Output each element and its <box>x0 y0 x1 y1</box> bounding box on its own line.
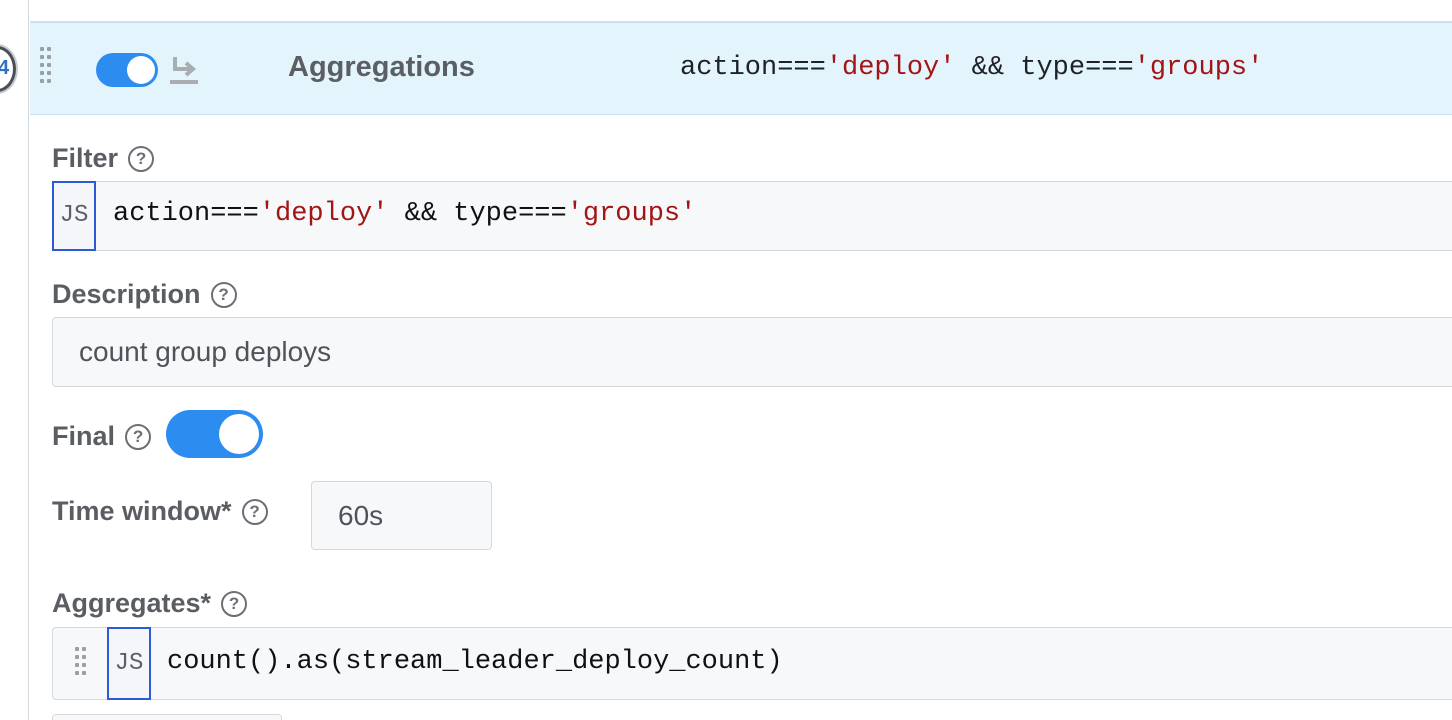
toggle-knob <box>219 414 259 454</box>
aggregates-label-text: Aggregates* <box>52 588 212 618</box>
pipeline-rail: 4 <box>0 0 30 720</box>
code-token: action=== <box>680 53 826 83</box>
question-circle-icon[interactable]: ? <box>210 282 237 308</box>
question-circle-icon[interactable]: ? <box>221 591 248 617</box>
js-language-badge: JS <box>107 627 151 700</box>
filter-editor[interactable]: JS action==='deploy' && type==='groups' <box>52 181 1452 251</box>
code-token: && type=== <box>388 199 567 229</box>
route-enabled-toggle[interactable] <box>96 53 158 87</box>
return-arrow-icon[interactable] <box>168 53 200 87</box>
final-toggle[interactable] <box>166 410 263 458</box>
time-window-input[interactable]: 60s <box>311 481 492 550</box>
js-language-badge: JS <box>52 181 96 251</box>
route-filter-expression: action==='deploy' && type==='groups' <box>680 53 1263 83</box>
route-name: Aggregations <box>288 51 475 83</box>
final-label-text: Final <box>52 421 116 451</box>
question-circle-icon[interactable]: ? <box>128 146 155 172</box>
time-window-label-text: Time window* <box>52 496 232 526</box>
toggle-knob <box>127 56 155 84</box>
step-number: 4 <box>0 57 10 79</box>
aggregate-row[interactable]: JS count().as(stream_leader_deploy_count… <box>52 627 1452 700</box>
drag-handle-icon[interactable] <box>40 47 54 87</box>
time-window-label: Time window*? <box>52 496 268 527</box>
final-label: Final? <box>52 421 152 452</box>
description-label: Description? <box>52 279 237 310</box>
string-token: 'deploy' <box>825 53 956 83</box>
aggregate-expression[interactable]: count().as(stream_leader_deploy_count) <box>167 647 783 677</box>
string-token: 'deploy' <box>258 199 389 229</box>
filter-label-text: Filter <box>52 143 119 173</box>
code-token: && type=== <box>955 53 1134 83</box>
string-token: 'groups' <box>1133 53 1264 83</box>
question-circle-icon[interactable]: ? <box>241 499 268 525</box>
filter-label: Filter? <box>52 143 155 174</box>
string-token: 'groups' <box>566 199 697 229</box>
code-token: action=== <box>113 199 259 229</box>
filter-code[interactable]: action==='deploy' && type==='groups' <box>113 199 696 229</box>
rail-divider <box>28 0 29 720</box>
add-aggregate-button[interactable] <box>52 714 282 720</box>
description-input[interactable]: count group deploys <box>52 317 1452 387</box>
route-header[interactable]: Aggregations action==='deploy' && type==… <box>30 22 1452 115</box>
aggregates-label: Aggregates*? <box>52 588 248 619</box>
description-label-text: Description <box>52 279 201 309</box>
question-circle-icon[interactable]: ? <box>125 424 152 450</box>
previous-route-edge <box>30 0 1452 22</box>
drag-handle-icon[interactable] <box>75 647 89 681</box>
